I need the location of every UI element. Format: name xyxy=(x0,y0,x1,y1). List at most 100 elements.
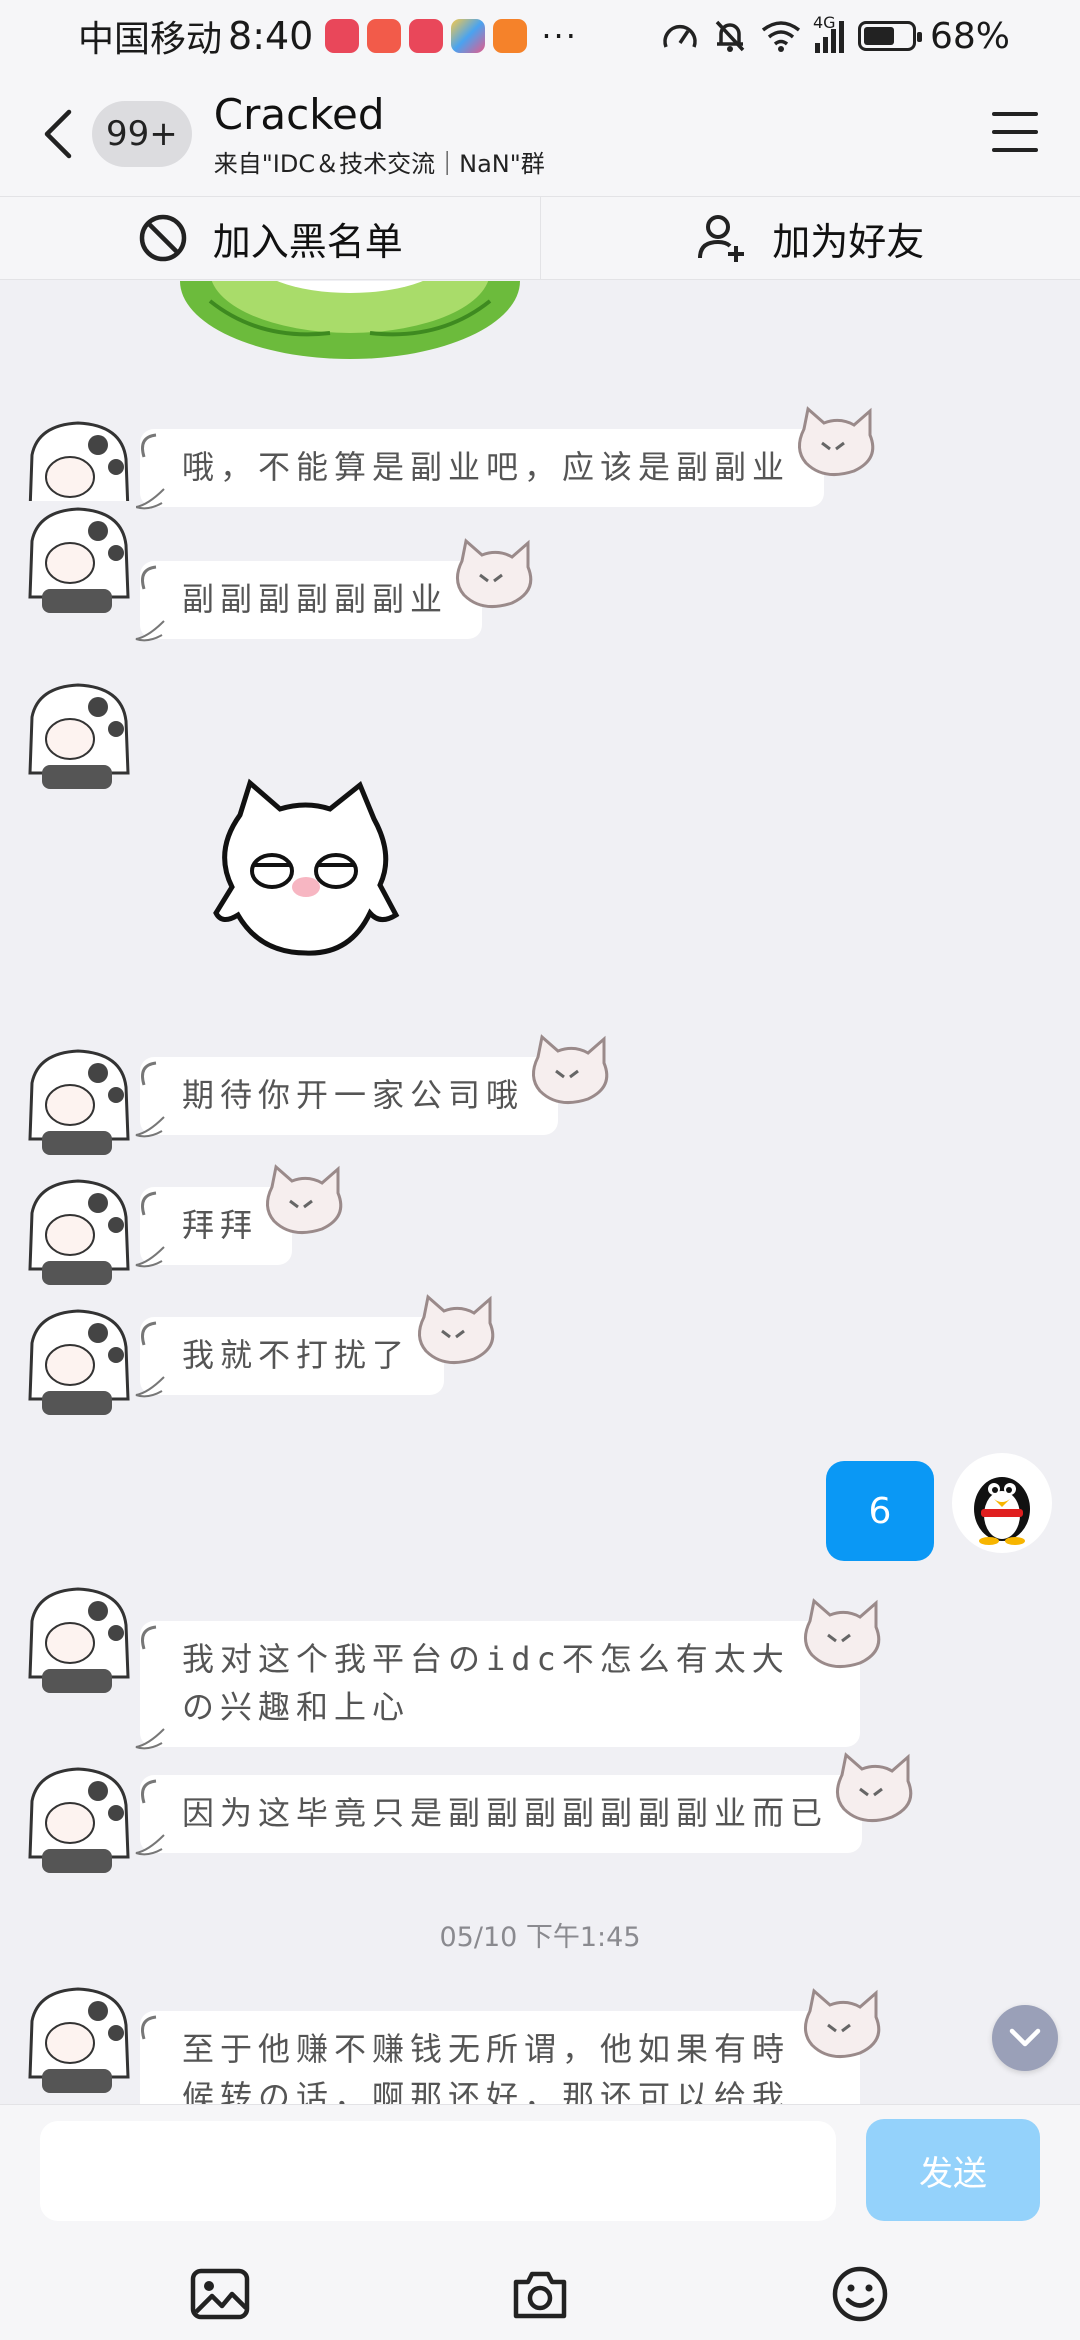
bubble-tail-decoration xyxy=(135,620,165,642)
sender-avatar[interactable] xyxy=(18,1981,136,2099)
message-2[interactable]: 副副副副副副业 xyxy=(135,538,533,642)
sender-avatar[interactable] xyxy=(18,1303,136,1421)
message-bubble[interactable]: 副副副副副副业 xyxy=(135,538,533,642)
emoji-button[interactable] xyxy=(828,2265,892,2323)
app-notification-icon xyxy=(367,19,402,53)
message-text: 拜拜 xyxy=(182,1206,259,1244)
camera-button[interactable] xyxy=(508,2265,572,2323)
bubble-tail-decoration xyxy=(135,1246,165,1268)
network-type: 4G xyxy=(812,13,836,32)
sender-avatar[interactable] xyxy=(18,1581,136,1699)
carrier-label: 中国移动 xyxy=(78,19,223,60)
cabbage-sticker[interactable] xyxy=(170,281,530,381)
stranger-actions-bar: 加入黑名单 加为好友 xyxy=(0,196,1080,280)
unread-count-badge[interactable]: 99+ xyxy=(92,101,192,167)
message-text: 因为这毕竟只是副副副副副副副业而已 xyxy=(182,1794,829,1832)
image-button[interactable] xyxy=(188,2265,252,2323)
sender-avatar[interactable] xyxy=(18,1761,136,1879)
chat-header: 99+ Cracked 来自"IDC＆技术交流｜NaN"群 xyxy=(0,72,1080,196)
composer-bar: 发送 xyxy=(0,2104,1080,2340)
wifi-icon xyxy=(761,21,801,52)
sender-avatar[interactable] xyxy=(18,501,136,619)
bubble-curl-decoration xyxy=(141,1321,157,1346)
message-bubble[interactable]: 期待你开一家公司哦 xyxy=(135,1034,609,1138)
bubble-curl-decoration xyxy=(141,433,157,458)
message-4[interactable]: 拜拜 xyxy=(135,1164,343,1268)
cat-decoration-icon xyxy=(798,406,875,477)
message-bubble[interactable]: 至于他赚不赚钱无所谓，他如果有時候转の话，啊那还好，那还可以给我带来 xyxy=(140,1988,881,2104)
cat-decoration-icon xyxy=(266,1164,343,1235)
cat-decoration-icon xyxy=(418,1294,495,1365)
message-timestamp: 05/10 下午1:45 xyxy=(439,1922,641,1953)
sender-avatar[interactable] xyxy=(18,1173,136,1291)
send-button[interactable]: 发送 xyxy=(866,2119,1040,2221)
sender-avatar[interactable] xyxy=(18,677,136,795)
message-text: 副副副副副副业 xyxy=(182,580,449,618)
cat-decoration-icon xyxy=(804,1988,881,2059)
speed-icon xyxy=(663,24,697,48)
app-notification-icon xyxy=(493,19,528,53)
bubble-tail-decoration xyxy=(135,1728,165,1750)
hamburger-icon xyxy=(992,112,1038,116)
message-bubble[interactable]: 我对这个我平台のidc不怎么有太大の兴趣和上心 xyxy=(135,1598,881,1750)
block-button[interactable]: 加入黑名单 xyxy=(0,197,540,279)
app-notification-icon xyxy=(409,19,444,53)
message-1[interactable]: 哦，不能算是副业吧，应该是副副业 xyxy=(135,406,875,510)
message-text: 哦，不能算是副业吧，应该是副副业 xyxy=(182,448,791,486)
cat-decoration-icon xyxy=(836,1752,913,1823)
ban-icon xyxy=(139,214,186,262)
chevron-down-icon xyxy=(1009,2028,1041,2047)
message-bubble[interactable]: 拜拜 xyxy=(135,1164,343,1268)
bubble-curl-decoration xyxy=(141,1061,157,1086)
message-5[interactable]: 我就不打扰了 xyxy=(135,1294,495,1398)
block-label: 加入黑名单 xyxy=(212,219,403,264)
message-text: 至于他赚不赚钱无所谓，他如果有時候转の话，啊那还好，那还可以给我带来 xyxy=(182,2030,791,2104)
sender-avatar[interactable] xyxy=(18,1043,136,1161)
chat-subtitle: 来自"IDC＆技术交流｜NaN"群 xyxy=(213,149,545,178)
back-button[interactable] xyxy=(30,104,86,164)
add-friend-button[interactable]: 加为好友 xyxy=(539,197,1080,279)
app-notification-icon xyxy=(325,19,360,53)
message-bubble[interactable]: 哦，不能算是副业吧，应该是副副业 xyxy=(135,406,875,510)
composer-toolbar xyxy=(0,2265,1080,2323)
battery-icon xyxy=(857,21,922,51)
app-notification-icon xyxy=(451,19,486,53)
message-8[interactable]: 至于他赚不赚钱无所谓，他如果有時候转の话，啊那还好，那还可以给我带来 xyxy=(140,1988,881,2104)
message-bubble[interactable]: 我就不打扰了 xyxy=(135,1294,495,1398)
bubble-tail-decoration xyxy=(135,1834,165,1856)
my-message-bubble[interactable]: 6 xyxy=(826,1461,934,1561)
bubble-tail-decoration xyxy=(135,488,165,510)
message-input[interactable] xyxy=(40,2121,836,2221)
message-text: 期待你开一家公司哦 xyxy=(182,1076,525,1114)
menu-button[interactable] xyxy=(992,112,1038,152)
cat-decoration-icon xyxy=(804,1598,881,1669)
message-6[interactable]: 我对这个我平台のidc不怎么有太大の兴趣和上心 xyxy=(135,1598,881,1750)
add-friend-label: 加为好友 xyxy=(772,219,925,264)
penguin-icon xyxy=(974,1477,1030,1545)
chat-title-block[interactable]: Cracked 来自"IDC＆技术交流｜NaN"群 xyxy=(214,90,545,179)
cat-decoration-icon xyxy=(532,1034,609,1105)
message-list[interactable]: 哦，不能算是副业吧，应该是副副业 副副副副副副业 期待你开一家公司哦 拜拜 我就… xyxy=(0,281,1080,2104)
battery-percent: 68% xyxy=(929,15,1010,57)
my-avatar[interactable] xyxy=(952,1453,1052,1553)
cat-sticker[interactable] xyxy=(210,775,400,965)
bubble-curl-decoration xyxy=(141,565,157,590)
message-bubble[interactable]: 因为这毕竟只是副副副副副副副业而已 xyxy=(135,1752,913,1856)
image-icon xyxy=(190,2268,250,2320)
bubble-tail-decoration xyxy=(135,1116,165,1138)
message-text: 我对这个我平台のidc不怎么有太大の兴趣和上心 xyxy=(182,1640,790,1726)
mute-bell-icon xyxy=(715,20,745,52)
chevron-left-icon xyxy=(44,109,72,159)
bubble-curl-decoration xyxy=(141,1191,157,1216)
clock: 8:40 xyxy=(228,14,314,58)
message-3[interactable]: 期待你开一家公司哦 xyxy=(135,1034,609,1138)
message-text: 我就不打扰了 xyxy=(182,1336,411,1374)
chat-title: Cracked xyxy=(213,89,385,139)
message-7[interactable]: 因为这毕竟只是副副副副副副副业而已 xyxy=(135,1752,913,1856)
more-notifications: ··· xyxy=(541,17,578,55)
add-user-icon xyxy=(698,215,745,262)
bubble-curl-decoration xyxy=(141,2015,157,2040)
notification-icons xyxy=(325,19,528,53)
camera-icon xyxy=(513,2271,567,2319)
scroll-to-bottom-button[interactable] xyxy=(992,2005,1058,2071)
